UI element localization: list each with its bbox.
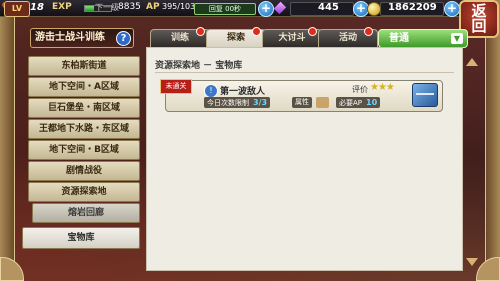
help-button[interactable]: ? [116, 31, 131, 46]
daily-limit-label: 今日次数限制 [207, 99, 249, 107]
attribute-label: 属性 [295, 98, 309, 106]
required-ap-label: 必要AP [339, 99, 363, 107]
tab-label: 活动 [338, 33, 357, 43]
list-item[interactable]: 巨石堡垒・南区域 [28, 98, 140, 118]
daily-limit-value: 3/3 [253, 98, 268, 107]
list-item[interactable]: 王都地下水路・东区域 [28, 119, 140, 139]
level-value: 18 [30, 2, 44, 13]
coin-value: 1862209 [388, 2, 437, 13]
coin-plus-button[interactable]: + [444, 1, 460, 17]
mode-title-text: 游击士战斗训练 [35, 32, 105, 43]
required-ap: 必要AP 10 [336, 97, 381, 108]
chevron-down-icon: ▼ [451, 33, 463, 44]
level-badge: LV [4, 1, 30, 17]
tab-0[interactable]: 训练 [150, 27, 210, 47]
next-level-label: 下一级 [95, 3, 119, 12]
notification-dot [252, 27, 261, 36]
attribute-label-box: 属性 [292, 97, 312, 108]
mode-title: 游击士战斗训练 ? [30, 28, 134, 48]
back-button-label: 返回 [471, 2, 487, 35]
coin-icon [367, 2, 381, 16]
status-bar: ♥ LV 18 EXP 下一级 8835 AP 395/103 回复 00秒 +… [0, 0, 462, 17]
divider [155, 72, 454, 73]
tab-3[interactable]: 活动 [318, 27, 378, 47]
tab-label: 训练 [170, 33, 189, 43]
breadcrumb: 资源探索地 － 宝物库 [155, 61, 243, 71]
list-item[interactable]: 东柏斯街道 [28, 56, 140, 76]
tab-label: 探索 [226, 33, 245, 43]
next-level-value: 8835 [118, 2, 141, 12]
gem-value: 445 [318, 2, 339, 13]
list-item[interactable]: 熔岩回廊 [32, 203, 140, 223]
scroll-up-arrow[interactable] [466, 58, 478, 68]
help-icon: ? [120, 33, 127, 44]
difficulty-dropdown[interactable]: 普通 ▼ [378, 29, 468, 48]
tab-2[interactable]: 大讨斗 [262, 27, 322, 47]
stage-title: 第一波敌人 [220, 87, 266, 97]
ap-recovery-bar: 回复 00秒 [194, 3, 256, 15]
exp-progress-fill [85, 6, 95, 11]
content-panel: 资源探索地 － 宝物库 未通关 ! 第一波敌人 评价 ★★★ 今日次数限制 3/3… [146, 47, 463, 271]
tab-1[interactable]: 探索 [206, 27, 266, 47]
list-item[interactable]: 资源探索地 [28, 182, 140, 202]
info-icon: ! [204, 84, 218, 98]
ap-label: AP [146, 2, 160, 12]
list-item[interactable]: 地下空间・A区域 [28, 77, 140, 97]
treasure-chest-icon [412, 83, 438, 107]
stage-card[interactable]: 未通关 ! 第一波敌人 评价 ★★★ 今日次数限制 3/3 属性 必要AP 10 [160, 79, 443, 112]
difficulty-value: 普通 [389, 33, 409, 44]
notification-dot [364, 27, 373, 36]
list-item[interactable]: 宝物库 [22, 227, 140, 249]
scroll-down-arrow[interactable] [466, 258, 478, 268]
star-rating: ★★★ [370, 82, 395, 93]
rating-label: 评价 [352, 85, 368, 94]
attribute-icon [316, 97, 329, 108]
daily-limit: 今日次数限制 3/3 [204, 97, 271, 108]
tab-label: 大讨斗 [278, 33, 306, 43]
left-frame-ornament [0, 0, 15, 281]
list-item[interactable]: 剧情战役 [28, 161, 140, 181]
ap-plus-button[interactable]: + [258, 1, 274, 17]
notification-dot [308, 27, 317, 36]
exp-label: EXP [52, 2, 72, 12]
gem-icon [273, 1, 287, 15]
status-badge: 未通关 [160, 79, 192, 94]
area-list: 东柏斯街道 地下空间・A区域 巨石堡垒・南区域 王都地下水路・东区域 地下空间・B区域剧… [22, 56, 140, 250]
notification-dot [196, 27, 205, 36]
list-item[interactable]: 地下空间・B区域 [28, 140, 140, 160]
ap-value: 395/103 [162, 2, 196, 11]
required-ap-value: 10 [366, 98, 378, 107]
right-frame-ornament [485, 0, 500, 281]
